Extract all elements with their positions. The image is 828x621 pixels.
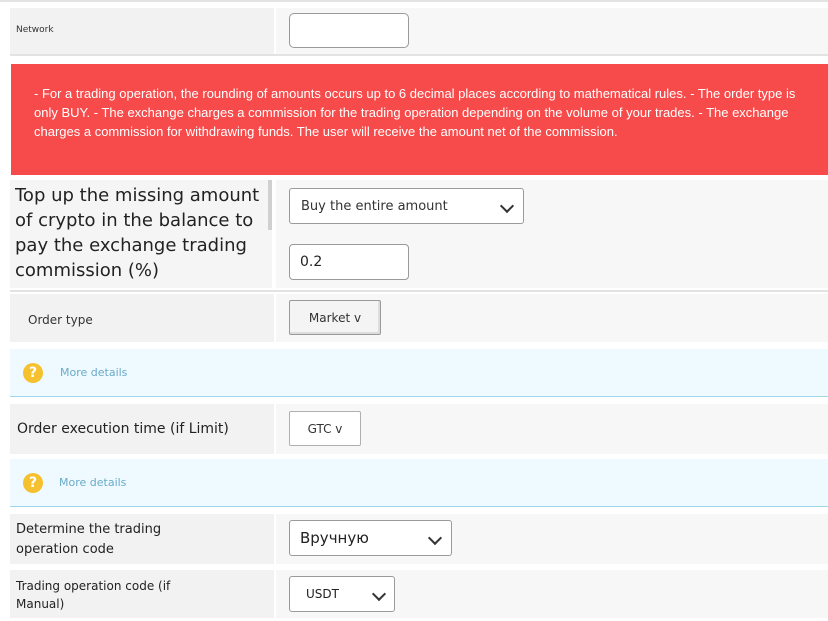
- order-exec-button[interactable]: GTC v: [289, 411, 361, 446]
- warning-banner: - For a trading operation, the rounding …: [11, 64, 828, 175]
- info-row: ? More details: [10, 349, 828, 397]
- top-up-select-value: Buy the entire amount: [301, 199, 448, 214]
- commission-input[interactable]: 0.2: [289, 244, 409, 280]
- top-up-controls-cell: Buy the entire amount 0.2: [276, 180, 828, 288]
- op-code-control-cell: USDT: [276, 570, 828, 618]
- top-up-label: Top up the missing amount of crypto in t…: [15, 185, 260, 281]
- op-code-select[interactable]: USDT: [289, 576, 395, 612]
- question-icon[interactable]: ?: [23, 473, 43, 493]
- more-details-link[interactable]: More details: [60, 366, 127, 379]
- order-type-button-label: Market v: [308, 310, 362, 325]
- top-divider: [0, 0, 828, 2]
- warning-text: - For a trading operation, the rounding …: [34, 86, 796, 139]
- op-code-mode-select[interactable]: Вручную: [289, 520, 452, 556]
- order-type-label: Order type: [28, 313, 93, 327]
- op-code-mode-control-cell: Вручную: [276, 514, 828, 564]
- op-code-mode-label-cell: Determine the trading operation code: [10, 514, 274, 564]
- divider: [10, 54, 828, 56]
- order-type-button[interactable]: Market v: [289, 300, 381, 335]
- chevron-down-icon: [499, 198, 515, 214]
- network-label: Network: [16, 25, 54, 35]
- op-code-value: USDT: [306, 587, 339, 601]
- order-exec-control-cell: GTC v: [276, 404, 828, 454]
- order-type-label-cell: Order type: [10, 294, 274, 342]
- op-code-mode-value: Вручную: [300, 529, 369, 547]
- top-up-label-cell: Top up the missing amount of crypto in t…: [10, 180, 272, 288]
- chevron-down-icon: [427, 530, 443, 546]
- order-exec-label-cell: Order execution time (if Limit): [10, 404, 274, 454]
- cell-separator: [268, 180, 272, 230]
- order-type-control-cell: Market v: [276, 294, 828, 342]
- network-input-cell: [276, 8, 828, 54]
- op-code-mode-label: Determine the trading operation code: [16, 522, 162, 557]
- op-code-label-cell: Trading operation code (if Manual): [10, 570, 274, 618]
- question-icon[interactable]: ?: [23, 363, 43, 383]
- op-code-label: Trading operation code (if Manual): [16, 579, 171, 611]
- chevron-down-icon: [371, 586, 387, 602]
- more-details-link[interactable]: More details: [59, 476, 126, 489]
- order-exec-button-label: GTC v: [307, 421, 343, 436]
- top-up-select[interactable]: Buy the entire amount: [289, 188, 524, 224]
- commission-input-value: 0.2: [300, 254, 323, 270]
- info-row: ? More details: [10, 459, 828, 507]
- order-exec-label: Order execution time (if Limit): [17, 421, 229, 437]
- network-label-cell: Network: [10, 8, 274, 54]
- network-input[interactable]: [289, 13, 409, 48]
- divider: [10, 290, 828, 292]
